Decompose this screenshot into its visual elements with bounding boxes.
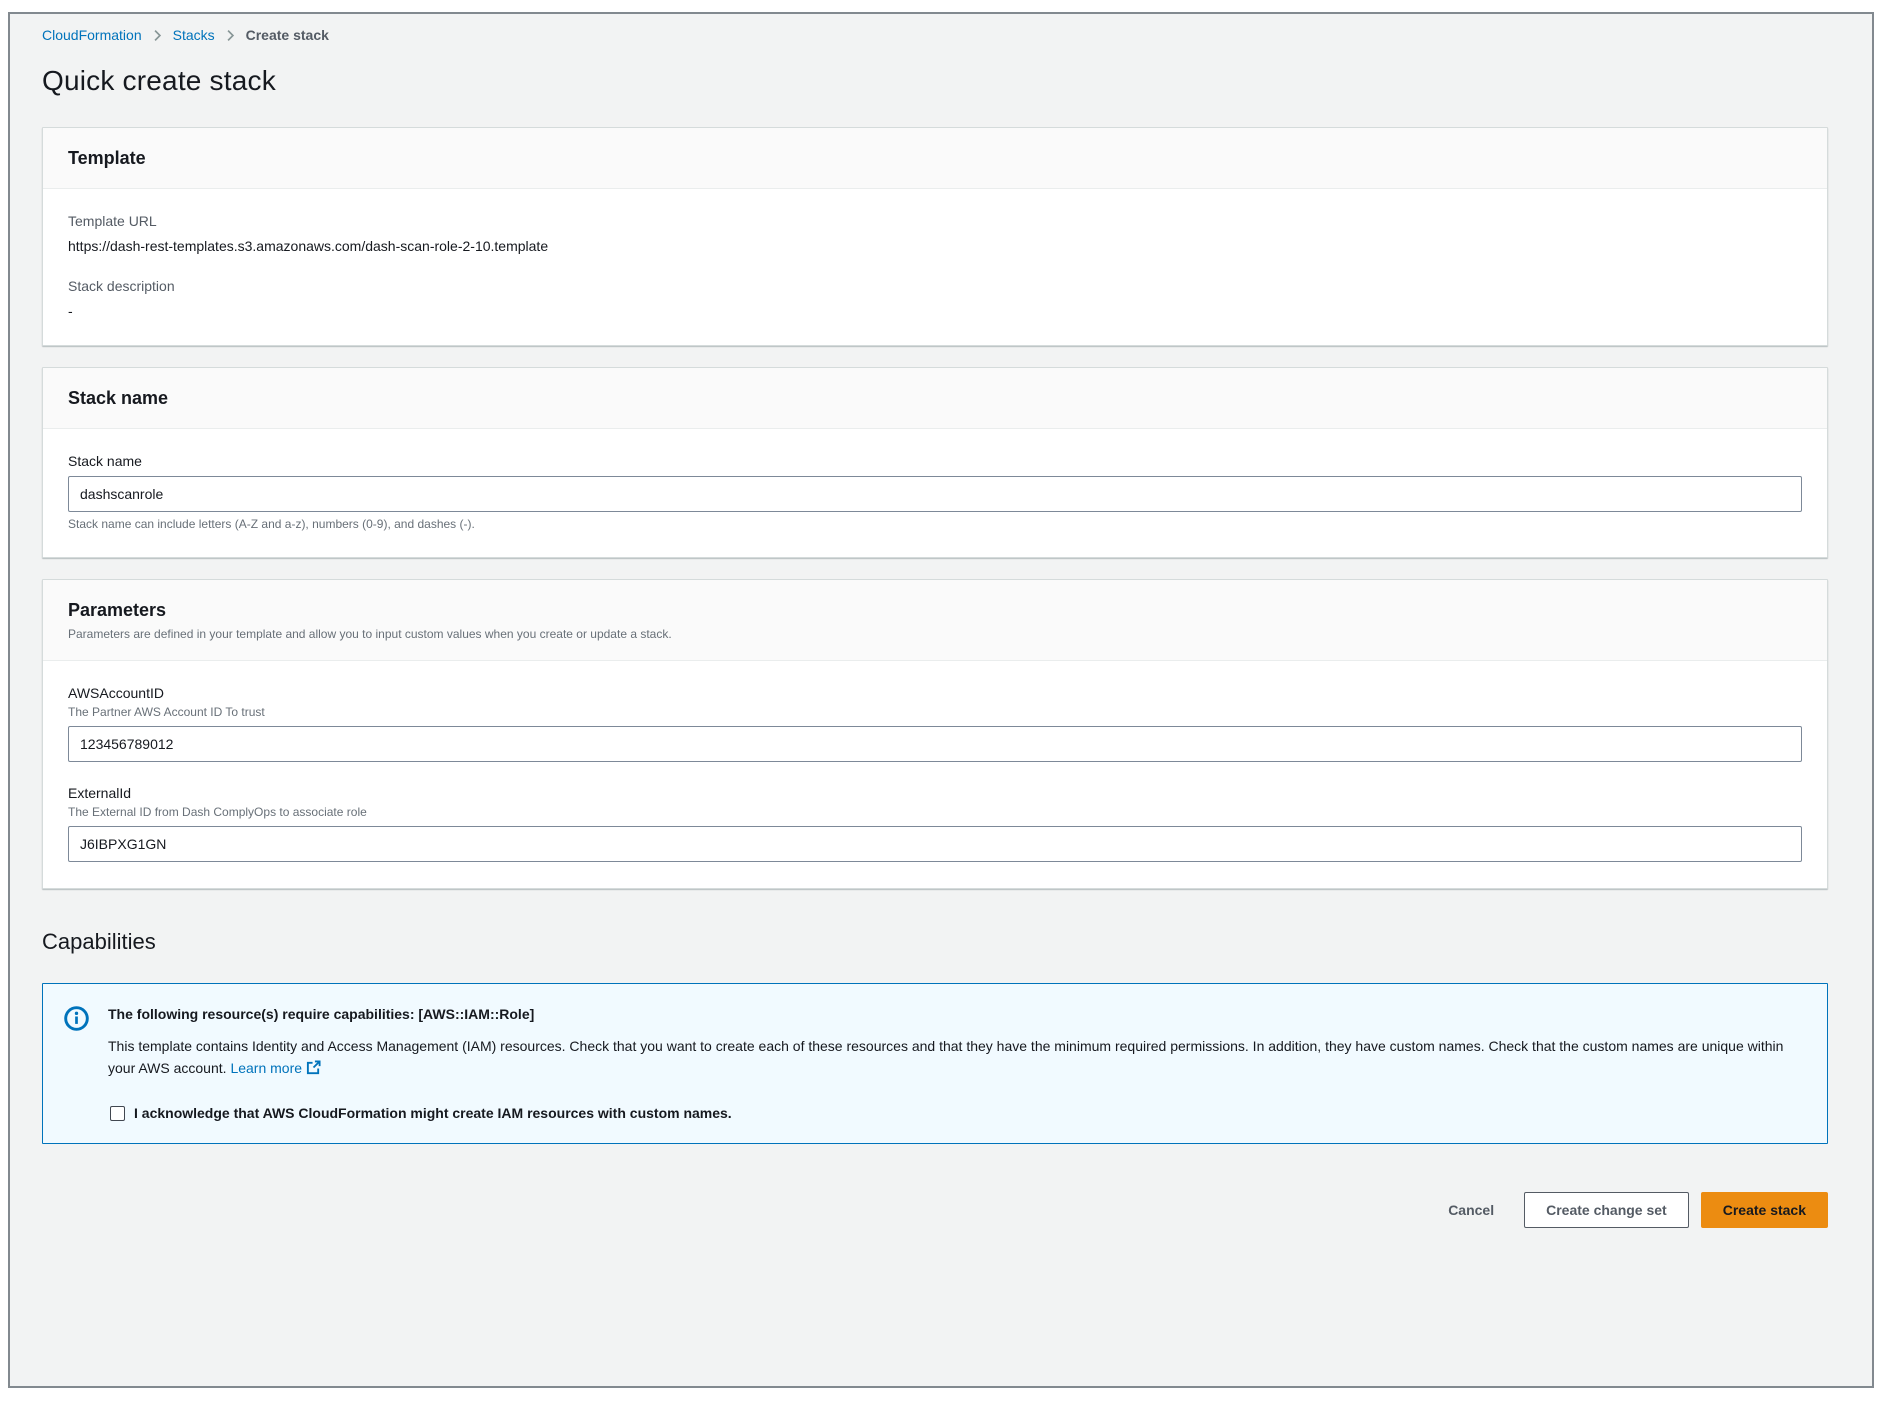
- parameter-awsaccountid: AWSAccountID The Partner AWS Account ID …: [68, 685, 1802, 762]
- stack-description-label: Stack description: [68, 278, 1802, 294]
- alert-content: The following resource(s) require capabi…: [108, 1003, 1805, 1121]
- breadcrumb-link-cloudformation[interactable]: CloudFormation: [42, 27, 142, 43]
- parameters-section: Parameters Parameters are defined in you…: [42, 579, 1828, 889]
- external-link-icon: [306, 1062, 321, 1078]
- template-section: Template Template URL https://dash-rest-…: [42, 127, 1828, 346]
- parameter-externalid: ExternalId The External ID from Dash Com…: [68, 785, 1802, 862]
- acknowledge-row: I acknowledge that AWS CloudFormation mi…: [108, 1105, 1805, 1121]
- action-bar: Cancel Create change set Create stack: [42, 1192, 1828, 1228]
- stack-name-section-header: Stack name: [43, 368, 1827, 429]
- parameter-externalid-label: ExternalId: [68, 785, 1802, 801]
- chevron-right-icon: [224, 29, 237, 42]
- breadcrumb-link-stacks[interactable]: Stacks: [173, 27, 215, 43]
- parameter-externalid-input[interactable]: [68, 826, 1802, 862]
- capabilities-title: Capabilities: [42, 929, 1828, 955]
- parameter-awsaccountid-input[interactable]: [68, 726, 1802, 762]
- stack-name-section: Stack name Stack name Stack name can inc…: [42, 367, 1828, 558]
- parameters-section-description: Parameters are defined in your template …: [68, 627, 1802, 641]
- parameter-awsaccountid-label: AWSAccountID: [68, 685, 1802, 701]
- create-stack-button[interactable]: Create stack: [1701, 1192, 1828, 1228]
- template-section-header: Template: [43, 128, 1827, 189]
- chevron-right-icon: [151, 29, 164, 42]
- parameter-externalid-description: The External ID from Dash ComplyOps to a…: [68, 805, 1802, 819]
- acknowledge-checkbox[interactable]: [110, 1106, 125, 1121]
- template-url-value: https://dash-rest-templates.s3.amazonaws…: [68, 238, 1802, 254]
- capabilities-info-alert: The following resource(s) require capabi…: [42, 983, 1828, 1144]
- info-icon: [63, 1005, 90, 1037]
- stack-name-section-title: Stack name: [68, 388, 1802, 409]
- create-change-set-button[interactable]: Create change set: [1524, 1192, 1689, 1228]
- stack-name-section-body: Stack name Stack name can include letter…: [43, 429, 1827, 557]
- alert-body: This template contains Identity and Acce…: [108, 1035, 1805, 1081]
- learn-more-link[interactable]: Learn more: [230, 1060, 302, 1076]
- breadcrumb-current: Create stack: [246, 27, 329, 43]
- stack-name-input[interactable]: [68, 476, 1802, 512]
- page-frame: CloudFormation Stacks Create stack Quick…: [8, 12, 1874, 1388]
- template-url-label: Template URL: [68, 213, 1802, 229]
- parameters-section-body: AWSAccountID The Partner AWS Account ID …: [43, 661, 1827, 888]
- parameters-section-header: Parameters Parameters are defined in you…: [43, 580, 1827, 661]
- parameter-awsaccountid-description: The Partner AWS Account ID To trust: [68, 705, 1802, 719]
- page-title: Quick create stack: [42, 65, 1828, 97]
- parameters-section-title: Parameters: [68, 600, 1802, 621]
- alert-heading: The following resource(s) require capabi…: [108, 1003, 1805, 1022]
- stack-description-value: -: [68, 303, 1802, 319]
- template-section-title: Template: [68, 148, 1802, 169]
- stack-description-group: Stack description -: [68, 278, 1802, 319]
- stack-name-constraint: Stack name can include letters (A-Z and …: [68, 517, 1802, 531]
- alert-body-text: This template contains Identity and Acce…: [108, 1038, 1783, 1076]
- breadcrumb: CloudFormation Stacks Create stack: [42, 27, 1828, 43]
- cancel-button[interactable]: Cancel: [1444, 1194, 1498, 1226]
- template-url-group: Template URL https://dash-rest-templates…: [68, 213, 1802, 254]
- acknowledge-label: I acknowledge that AWS CloudFormation mi…: [134, 1105, 732, 1121]
- template-section-body: Template URL https://dash-rest-templates…: [43, 189, 1827, 345]
- stack-name-label: Stack name: [68, 453, 1802, 469]
